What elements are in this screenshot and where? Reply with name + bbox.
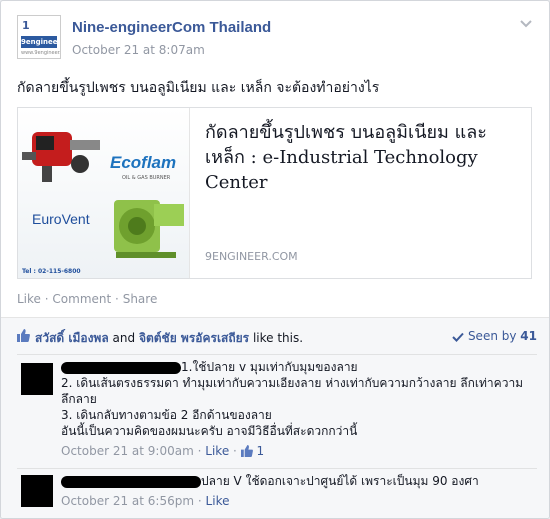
post-timestamp[interactable]: October 21 at 8:07am xyxy=(72,43,205,57)
comment-line: 2. เดินเส้นตรงธรรมดา ทำมุมเท่ากับความเอี… xyxy=(61,376,524,406)
comment-body: 1.ใช้ปลาย v มุมเท่ากับมุมของลาย 2. เดินเ… xyxy=(61,359,533,459)
comment-line: 3. เดินกลับทางตามข้อ 2 อีกด้านของลาย xyxy=(61,408,272,422)
brand-ecoflam: Ecoflam xyxy=(110,153,177,172)
logo-number: 1 xyxy=(22,19,30,32)
comment-like-button[interactable]: Like xyxy=(205,444,229,458)
seen-by-counter[interactable]: Seen by 41 xyxy=(452,329,537,343)
liker-1-link[interactable]: สวัสดิ์ เมืองพล xyxy=(35,331,109,345)
checkmark-icon xyxy=(452,332,464,342)
page-avatar[interactable]: 1 9engineer www.9engineer.com xyxy=(17,15,61,59)
action-separator: · xyxy=(44,292,49,306)
blower-image-icon xyxy=(114,200,184,258)
comment-like-count[interactable]: 1 xyxy=(257,444,265,458)
post-card: 1 9engineer www.9engineer.com Nine-engin… xyxy=(0,0,550,519)
comment-like-button[interactable]: Like xyxy=(206,494,230,508)
likers-conjunction: and xyxy=(112,331,136,345)
burner-image-icon xyxy=(22,132,100,182)
share-button[interactable]: Share xyxy=(123,292,158,306)
meta-separator: · xyxy=(197,444,202,458)
link-preview[interactable]: Ecoflam OIL & GAS BURNER EuroVent Tel : … xyxy=(17,107,532,279)
comment-item: ปลาย V ใช้ดอกเจาะปาศูนย์ได้ เพราะเป็นมุม… xyxy=(17,468,537,518)
likers-suffix: like this. xyxy=(252,331,304,345)
post-actions: Like · Comment · Share xyxy=(17,292,157,306)
like-thumb-icon xyxy=(240,445,253,457)
likes-summary: สวัสดิ์ เมืองพล and จิตต์ชัย พรอัครเสถีย… xyxy=(17,328,537,348)
comment-item: 1.ใช้ปลาย v มุมเท่ากับมุมของลาย 2. เดินเ… xyxy=(17,354,537,469)
chevron-down-icon[interactable] xyxy=(519,19,533,29)
meta-separator: · xyxy=(197,494,202,508)
comment-meta: October 21 at 6:56pm · Like xyxy=(61,493,533,509)
comment-line: 1.ใช้ปลาย v มุมเท่ากับมุมของลาย xyxy=(181,360,358,374)
logo-wordmark: 9engineer xyxy=(21,36,61,48)
feedback-section: สวัสดิ์ เมืองพล and จิตต์ชัย พรอัครเสถีย… xyxy=(1,317,549,518)
likers-text: สวัสดิ์ เมืองพล and จิตต์ชัย พรอัครเสถีย… xyxy=(35,329,303,348)
link-domain: 9ENGINEER.COM xyxy=(205,250,298,263)
brand-ecoflam-tagline: OIL & GAS BURNER xyxy=(122,175,171,181)
commenter-avatar[interactable] xyxy=(21,363,53,395)
link-title[interactable]: กัดลายขึ้นรูปเพชร บนอลูมิเนียม และ เหล็ก… xyxy=(205,120,515,195)
liker-2-link[interactable]: จิตต์ชัย พรอัครเสถียร xyxy=(139,331,249,345)
commenter-avatar[interactable] xyxy=(21,475,53,507)
action-separator: · xyxy=(115,292,119,306)
logo-url: www.9engineer.com xyxy=(21,50,61,56)
comment-timestamp[interactable]: October 21 at 9:00am xyxy=(61,444,194,458)
comment-meta: October 21 at 9:00am · Like · 1 xyxy=(61,443,533,459)
like-thumb-icon xyxy=(17,329,30,342)
meta-separator: · xyxy=(233,444,237,458)
redacted-commenter-name[interactable] xyxy=(61,361,181,374)
comment-line: ปลาย V ใช้ดอกเจาะปาศูนย์ได้ เพราะเป็นมุม… xyxy=(201,474,479,488)
link-thumbnail[interactable]: Ecoflam OIL & GAS BURNER EuroVent Tel : … xyxy=(18,108,190,278)
post-message: กัดลายขึ้นรูปเพชร บนอลูมิเนียม และ เหล็ก… xyxy=(17,80,380,96)
like-button[interactable]: Like xyxy=(17,292,41,306)
redacted-commenter-name[interactable] xyxy=(61,475,201,488)
comment-body: ปลาย V ใช้ดอกเจาะปาศูนย์ได้ เพราะเป็นมุม… xyxy=(61,473,533,509)
comment-line: อันนี้เป็นความคิดของผมนะครับ อาจมีวิธีอื… xyxy=(61,424,358,438)
brand-eurovent: EuroVent xyxy=(32,211,90,227)
post-header: 1 9engineer www.9engineer.com Nine-engin… xyxy=(17,15,533,65)
comment-timestamp[interactable]: October 21 at 6:56pm xyxy=(61,494,194,508)
image-phone-text: Tel : 02-115-6800 xyxy=(22,268,81,275)
comment-button[interactable]: Comment xyxy=(52,292,111,306)
seen-count: 41 xyxy=(520,329,537,343)
seen-label: Seen by xyxy=(467,329,517,343)
page-name-link[interactable]: Nine-engineerCom Thailand xyxy=(72,19,271,36)
